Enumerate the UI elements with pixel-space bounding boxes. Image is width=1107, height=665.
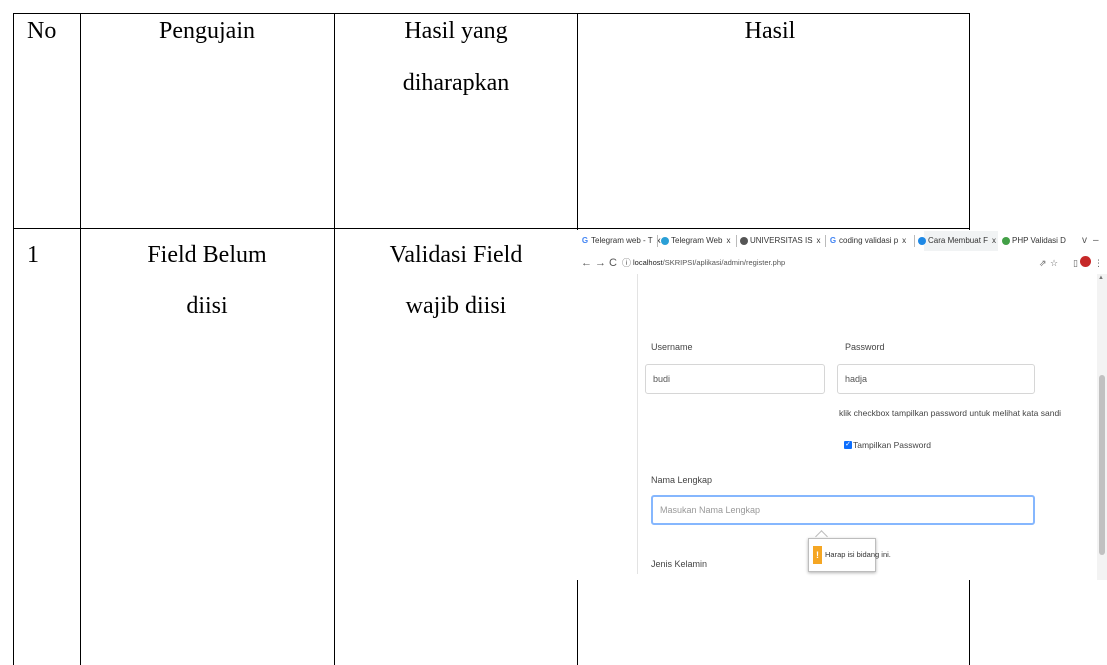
header-hasil: Hasil xyxy=(744,18,796,44)
pengujian-line1: Field Belum xyxy=(147,242,267,268)
scrollbar-thumb[interactable] xyxy=(1099,375,1105,555)
close-tab-icon[interactable]: x xyxy=(817,236,821,245)
tab-universitas[interactable]: UNIVERSITAS IS x xyxy=(740,233,821,249)
site-icon xyxy=(1002,237,1010,245)
google-icon: G xyxy=(829,236,837,245)
share-icon[interactable]: ⇗ xyxy=(1039,256,1047,270)
header-hasil-diharapkan-line2: diharapkan xyxy=(402,70,510,96)
column-divider xyxy=(80,13,81,665)
username-input[interactable]: budi xyxy=(645,364,825,394)
header-no: No xyxy=(27,18,57,44)
close-tab-icon[interactable]: x xyxy=(992,236,996,245)
tab-separator xyxy=(914,235,915,247)
url-host: localhost xyxy=(633,258,663,267)
close-tab-icon[interactable]: x xyxy=(726,236,730,245)
password-label: Password xyxy=(845,342,885,352)
form-card-border xyxy=(637,274,638,574)
back-icon[interactable]: ← xyxy=(581,255,592,271)
table-border-left xyxy=(13,13,14,665)
show-password-checkbox[interactable]: ✓ xyxy=(844,441,852,449)
tab-search-dropdown-icon[interactable]: v xyxy=(1082,233,1087,249)
sidebar-icon[interactable]: ▯ xyxy=(1073,256,1078,270)
tab-coding-validasi[interactable]: Gcoding validasi px xyxy=(829,233,906,249)
register-page xyxy=(577,274,1097,580)
tab-separator xyxy=(825,235,826,247)
reload-icon[interactable]: C xyxy=(609,255,617,271)
site-icon xyxy=(918,237,926,245)
header-pengujian: Pengujain xyxy=(159,18,255,44)
warning-icon: ! xyxy=(813,546,822,564)
column-divider xyxy=(334,13,335,665)
tab-telegram-web-google[interactable]: G Telegram web - Tx xyxy=(581,233,661,249)
minimize-icon[interactable]: – xyxy=(1093,233,1099,249)
show-password-label: Tampilkan Password xyxy=(853,440,931,450)
result-screenshot: G Telegram web - Tx Telegram Web x UNIVERS… xyxy=(577,230,1107,580)
tooltip-text: Harap isi bidang ini. xyxy=(825,550,891,559)
table-border-top xyxy=(13,13,970,14)
profile-avatar[interactable] xyxy=(1080,256,1091,267)
row-number: 1 xyxy=(27,242,39,268)
url-field[interactable]: localhost/SKRIPSI/aplikasi/admin/registe… xyxy=(633,255,785,271)
fullname-label: Nama Lengkap xyxy=(651,475,713,485)
gender-label: Jenis Kelamin xyxy=(651,559,708,569)
tab-php-validasi[interactable]: PHP Validasi D xyxy=(1002,233,1066,249)
tab-telegram-web[interactable]: Telegram Web x xyxy=(661,233,730,249)
header-hasil-diharapkan-line1: Hasil yang xyxy=(404,18,508,44)
google-icon: G xyxy=(581,236,589,245)
tab-separator xyxy=(736,235,737,247)
row-divider xyxy=(13,228,970,229)
menu-icon[interactable]: ⋮ xyxy=(1094,256,1103,270)
tab-separator xyxy=(657,235,658,247)
bookmark-star-icon[interactable]: ☆ xyxy=(1050,256,1058,270)
browser-address-bar: ← → C ⓘ localhost/SKRIPSI/aplikasi/admin… xyxy=(577,252,1107,275)
pengujian-line2: diisi xyxy=(186,293,228,319)
fullname-input[interactable]: Masukan Nama Lengkap xyxy=(651,495,1035,525)
site-info-icon[interactable]: ⓘ xyxy=(622,255,631,271)
username-label: Username xyxy=(651,342,693,352)
university-icon xyxy=(740,237,748,245)
telegram-icon xyxy=(661,237,669,245)
forward-icon[interactable]: → xyxy=(595,255,606,271)
tab-cara-membuat[interactable]: Cara Membuat Fx xyxy=(918,233,996,249)
password-input[interactable]: hadja xyxy=(837,364,1035,394)
harapan-line1: Validasi Field xyxy=(389,242,523,268)
validation-tooltip: ! Harap isi bidang ini. xyxy=(808,538,891,572)
url-path: /SKRIPSI/aplikasi/admin/register.php xyxy=(662,258,786,267)
harapan-line2: wajib diisi xyxy=(405,293,507,319)
password-hint: klik checkbox tampilkan password untuk m… xyxy=(839,408,1062,418)
scroll-up-arrow-icon[interactable]: ▲ xyxy=(1098,274,1104,282)
close-tab-icon[interactable]: x xyxy=(902,236,906,245)
